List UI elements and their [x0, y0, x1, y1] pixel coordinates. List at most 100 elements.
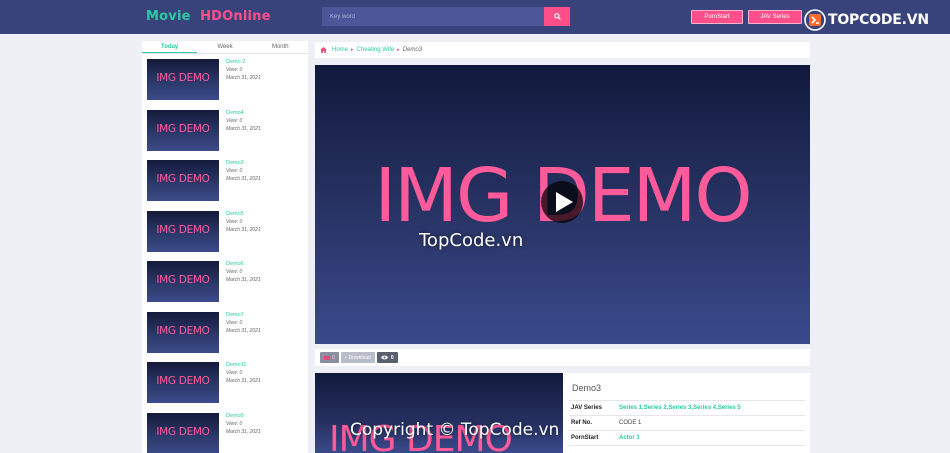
thumbnail-text: IMG DEMO: [156, 274, 210, 286]
thumbnail-text: IMG DEMO: [156, 173, 210, 185]
brand-text: TOPCODE.VN: [828, 11, 929, 28]
play-button[interactable]: [541, 181, 583, 223]
breadcrumb: Home ▸ Cheating Wife ▸ Demo3: [315, 42, 810, 58]
post-date: March 31, 2021: [226, 126, 261, 132]
search-button[interactable]: [544, 7, 570, 26]
views-button[interactable]: 0: [376, 352, 398, 363]
topcode-brand: TOPCODE.VN: [804, 8, 929, 31]
thumbnail-text: IMG DEMO: [156, 375, 210, 387]
list-item[interactable]: IMG DEMO Demo11 View: 0 March 31, 2021: [147, 362, 307, 404]
flag-count: 0: [332, 354, 335, 361]
info-row-series: JAV Series Series 1,Series 2,Series 3,Se…: [569, 400, 805, 415]
view-count: View: 0: [226, 168, 243, 174]
list-item[interactable]: IMG DEMO Demo7 View: 0 March 31, 2021: [147, 312, 307, 354]
logo-movie-text: Movie: [146, 9, 191, 24]
post-date: March 31, 2021: [226, 328, 261, 334]
popular-sidebar: Today Week Month IMG DEMO Demo 2 View: 0…: [142, 41, 308, 453]
breadcrumb-category[interactable]: Cheating Wife: [357, 47, 395, 53]
topcode-logo-icon: [804, 8, 826, 31]
video-title-heading: Demo3: [572, 383, 602, 393]
jav-series-button[interactable]: JAV Series: [748, 10, 802, 24]
view-count: View: 0: [226, 370, 243, 376]
info-row-pornstar: PornStart Actor 1: [569, 430, 805, 445]
video-thumbnail[interactable]: IMG DEMO: [147, 362, 219, 403]
video-title[interactable]: Demo3: [226, 160, 244, 166]
post-date: March 31, 2021: [226, 227, 261, 233]
video-title[interactable]: Demo11: [226, 362, 246, 368]
video-title[interactable]: Demo 2: [226, 59, 245, 65]
view-count: View: 0: [226, 269, 243, 275]
video-thumbnail[interactable]: IMG DEMO: [147, 160, 219, 201]
download-button[interactable]: ▪ Download: [340, 352, 375, 363]
view-count: 0: [390, 354, 394, 361]
video-thumbnail[interactable]: IMG DEMO: [147, 59, 219, 100]
copyright-watermark: Copyright © TopCode.vn: [350, 420, 560, 440]
video-thumbnail[interactable]: IMG DEMO: [147, 312, 219, 353]
post-date: March 31, 2021: [226, 429, 261, 435]
view-count: View: 0: [226, 67, 243, 73]
video-player[interactable]: IMG DEMO: [315, 65, 810, 344]
info-thumbnail: IMG DEMO: [315, 373, 563, 453]
thumbnail-text: IMG DEMO: [156, 224, 210, 236]
view-count: View: 0: [226, 118, 243, 124]
post-date: March 31, 2021: [226, 277, 261, 283]
video-title[interactable]: Demo5: [226, 211, 244, 217]
info-label: PornStart: [571, 435, 599, 441]
list-item[interactable]: IMG DEMO Demo 2 View: 0 March 31, 2021: [147, 59, 307, 101]
tab-today[interactable]: Today: [142, 41, 198, 53]
list-item[interactable]: IMG DEMO Demo6 View: 0 March 31, 2021: [147, 261, 307, 303]
video-title[interactable]: Demo7: [226, 312, 244, 318]
video-title[interactable]: Demo4: [226, 110, 244, 116]
period-tabs: Today Week Month: [142, 41, 308, 54]
thumbnail-text: IMG DEMO: [156, 325, 210, 337]
info-label: JAV Series: [571, 405, 602, 411]
flag-icon: [324, 355, 330, 360]
video-info-panel: IMG DEMO Demo3 JAV Series Series 1,Serie…: [315, 373, 810, 453]
home-icon[interactable]: [320, 47, 327, 53]
thumbnail-text: IMG DEMO: [156, 72, 210, 84]
ref-code: CODE 1: [619, 420, 642, 426]
list-item[interactable]: IMG DEMO Demo9 View: 0 March 31, 2021: [147, 413, 307, 453]
list-item[interactable]: IMG DEMO Demo5 View: 0 March 31, 2021: [147, 211, 307, 253]
info-label: Ref No.: [571, 420, 592, 426]
video-thumbnail[interactable]: IMG DEMO: [147, 110, 219, 151]
tab-week[interactable]: Week: [197, 41, 252, 53]
caret-right-icon: ▸: [397, 47, 400, 53]
search-input[interactable]: [322, 7, 545, 26]
view-count: View: 0: [226, 320, 243, 326]
video-action-bar: 0 ▪ Download 0: [315, 349, 810, 366]
video-title[interactable]: Demo9: [226, 413, 244, 419]
actor-link[interactable]: Actor 1: [619, 435, 640, 441]
video-thumbnail[interactable]: IMG DEMO: [147, 261, 219, 302]
video-title[interactable]: Demo6: [226, 261, 244, 267]
info-row-extra: [569, 445, 805, 453]
series-links[interactable]: Series 1,Series 2,Series 3,Series 4,Seri…: [619, 405, 741, 411]
view-count: View: 0: [226, 219, 243, 225]
logo-hdonline-text: HDOnline: [200, 9, 271, 24]
play-icon: [555, 192, 573, 212]
site-logo[interactable]: Movie HDOnline: [146, 9, 271, 24]
post-date: March 31, 2021: [226, 378, 261, 384]
video-thumbnail[interactable]: IMG DEMO: [147, 211, 219, 252]
eye-icon: [381, 355, 388, 360]
caret-right-icon: ▸: [351, 47, 354, 53]
list-item[interactable]: IMG DEMO Demo4 View: 0 March 31, 2021: [147, 110, 307, 152]
report-button[interactable]: 0: [320, 352, 339, 363]
post-date: March 31, 2021: [226, 176, 261, 182]
video-thumbnail[interactable]: IMG DEMO: [147, 413, 219, 453]
watermark-text: TopCode.vn: [419, 230, 524, 251]
download-label: Download: [348, 354, 371, 361]
tab-month[interactable]: Month: [253, 41, 308, 53]
list-item[interactable]: IMG DEMO Demo3 View: 0 March 31, 2021: [147, 160, 307, 202]
view-count: View: 0: [226, 421, 243, 427]
search-icon: [553, 13, 561, 20]
thumbnail-text: IMG DEMO: [156, 123, 210, 135]
thumbnail-text: IMG DEMO: [156, 426, 210, 438]
info-row-ref: Ref No. CODE 1: [569, 415, 805, 430]
breadcrumb-current: Demo3: [402, 47, 423, 53]
top-header: Movie HDOnline PornStart JAV Series TOPC…: [0, 0, 950, 34]
post-date: March 31, 2021: [226, 75, 261, 81]
porn-star-button[interactable]: PornStart: [691, 10, 743, 24]
download-icon: ▪: [344, 354, 347, 361]
breadcrumb-home[interactable]: Home: [332, 47, 348, 53]
